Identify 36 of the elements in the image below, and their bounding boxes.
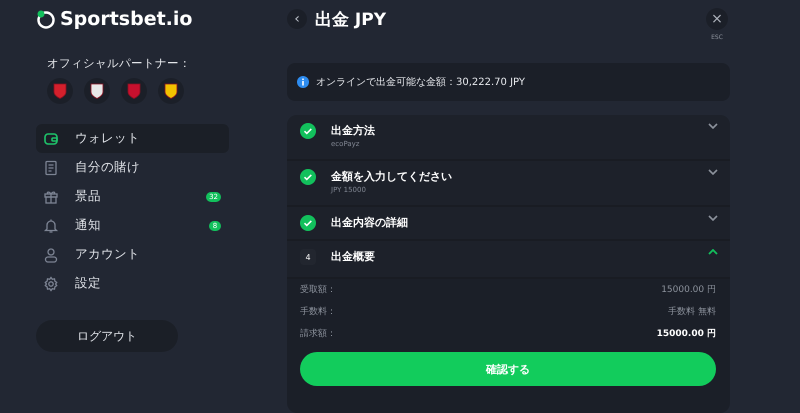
summary-label: 請求額：	[300, 328, 336, 340]
step-title: 出金内容の詳細	[331, 215, 409, 230]
check-icon	[300, 215, 316, 231]
step-number: 4	[300, 249, 316, 265]
page-title: 出金 JPY	[315, 9, 388, 31]
step-title: 出金方法	[331, 123, 376, 138]
nav-item[interactable]: アカウント	[36, 240, 229, 269]
step-title: 出金概要	[331, 249, 376, 264]
nav-item[interactable]: 自分の賭け	[36, 153, 229, 182]
slip-icon	[43, 160, 59, 176]
gear-icon	[43, 276, 59, 292]
club-crest-icon[interactable]	[158, 78, 184, 104]
check-icon	[300, 123, 316, 139]
back-button[interactable]: ‹	[287, 9, 307, 29]
summary-label: 受取額：	[300, 284, 336, 296]
check-icon	[300, 169, 316, 185]
close-button[interactable]: ×	[706, 8, 728, 30]
summary-value: 15000.00 円	[661, 284, 716, 296]
nav-item[interactable]: 設定	[36, 269, 229, 298]
info-icon	[297, 76, 309, 88]
wallet-icon	[43, 130, 59, 146]
summary-value: 15000.00 円	[656, 328, 716, 340]
partners-label: オフィシャルパートナー：	[47, 56, 191, 71]
step-title: 金額を入力してください	[331, 169, 453, 184]
gift-icon	[43, 188, 59, 204]
logo-icon	[36, 9, 56, 29]
logo-text: Sportsbet.io	[60, 8, 192, 30]
summary-value: 手数料 無料	[668, 306, 716, 318]
user-icon	[43, 246, 59, 262]
bell-icon	[43, 218, 59, 234]
summary-label: 手数料：	[300, 306, 336, 318]
available-balance-text: オンラインで出金可能な金額：30,222.70 JPY	[316, 76, 525, 89]
logout-button[interactable]: ログアウト	[36, 320, 178, 352]
nav-item[interactable]: ウォレット	[36, 124, 229, 153]
club-crest-icon[interactable]	[84, 78, 110, 104]
sportsbet-logo[interactable]: Sportsbet.io	[36, 8, 192, 30]
